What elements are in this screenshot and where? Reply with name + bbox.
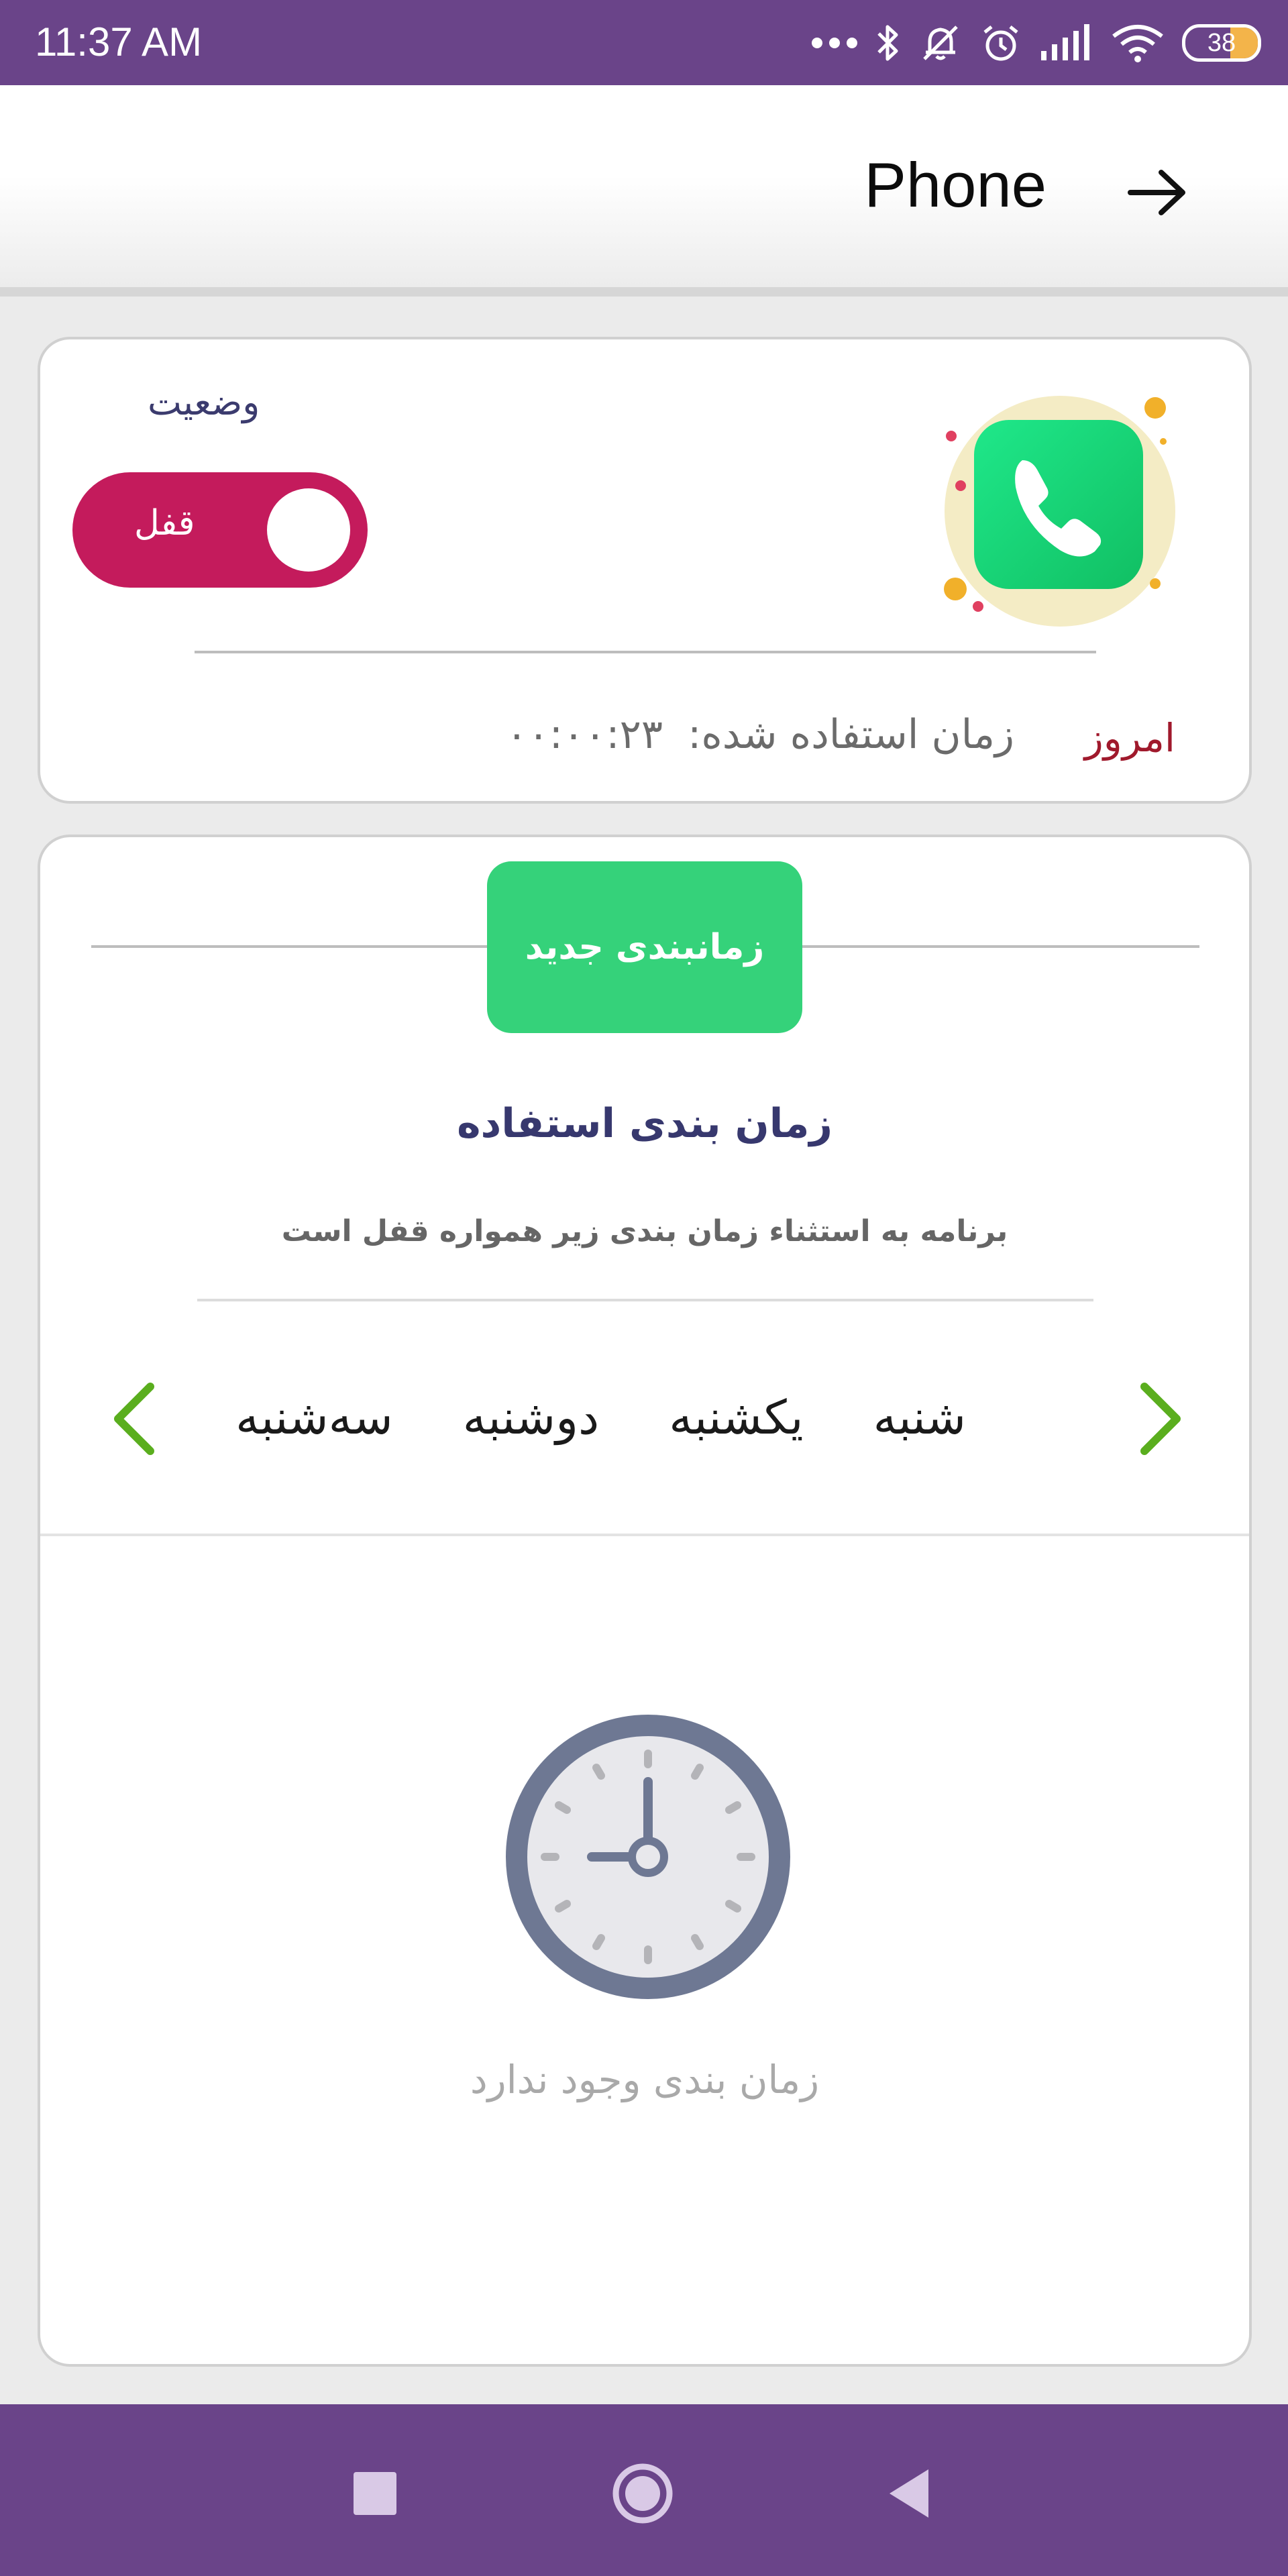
- signal-icon: [1041, 24, 1089, 60]
- day-prev-button[interactable]: [102, 1368, 166, 1469]
- empty-state-clock: [500, 1709, 796, 2004]
- days-strip[interactable]: شنبه یکشنبه دوشنبه سه‌شنبه: [221, 1360, 1067, 1474]
- empty-schedule-label: زمان بندی وجود ندارد: [470, 2057, 820, 2102]
- today-label: امروز: [1084, 715, 1175, 761]
- triangle-left-icon: [890, 2469, 928, 2518]
- clock-icon: [506, 1715, 790, 1999]
- circle-icon: [612, 2463, 673, 2524]
- header-divider-left: [91, 945, 491, 948]
- home-button[interactable]: [606, 2457, 680, 2530]
- mute-bell-icon: [923, 25, 958, 60]
- description-divider: [197, 1299, 1093, 1301]
- schedule-card: زمانبندی جدید زمان بندی استفاده برنامه ب…: [38, 835, 1252, 2367]
- phone-icon: [944, 396, 1175, 627]
- bluetooth-icon: [877, 25, 898, 61]
- app-icon: [941, 386, 1182, 628]
- status-label: وضعیت: [148, 381, 260, 423]
- recents-button[interactable]: [338, 2457, 412, 2530]
- status-time: 11:37 AM: [35, 19, 203, 64]
- wifi-icon: [1112, 25, 1163, 62]
- lock-toggle-label: قفل: [134, 503, 195, 543]
- chevron-left-icon: [114, 1383, 154, 1455]
- day-tab-tuesday[interactable]: سه‌شنبه: [221, 1390, 428, 1445]
- day-tab-saturday[interactable]: شنبه: [839, 1390, 1067, 1445]
- nav-back-button[interactable]: [872, 2457, 946, 2530]
- status-bar: 11:37 AM 38: [0, 0, 1288, 85]
- schedule-title: زمان بندی استفاده: [457, 1100, 833, 1147]
- day-tab-monday[interactable]: دوشنبه: [428, 1390, 634, 1445]
- battery-level: 38: [1207, 28, 1236, 57]
- app-status-card: وضعیت قفل امروز زمان استفاده شده: ۰۰:۰۰:…: [38, 337, 1252, 804]
- arrow-right-icon: [1128, 170, 1185, 215]
- usage-time-value: ۰۰:۰۰:۲۳: [506, 711, 663, 758]
- battery-icon: 38: [1182, 24, 1261, 62]
- page-title: Phone: [864, 150, 1046, 220]
- day-tab-sunday[interactable]: یکشنبه: [634, 1390, 838, 1445]
- navigation-bar: [0, 2404, 1288, 2576]
- schedule-description: برنامه به استثناء زمان بندی زیر همواره ق…: [281, 1214, 1008, 1248]
- alarm-icon: [983, 25, 1018, 61]
- app-header: Phone: [0, 85, 1288, 297]
- status-icons: 38: [812, 15, 1261, 71]
- usage-time-label: زمان استفاده شده: ۰۰:۰۰:۲۳: [506, 711, 1014, 758]
- square-icon: [354, 2472, 396, 2515]
- lock-toggle-knob: [267, 488, 350, 572]
- more-notifications-icon: [812, 38, 857, 48]
- usage-time-caption: زمان استفاده شده:: [688, 711, 1014, 758]
- card-divider: [195, 651, 1096, 653]
- lock-toggle[interactable]: قفل: [72, 472, 368, 588]
- days-list: شنبه یکشنبه دوشنبه سه‌شنبه: [221, 1360, 1067, 1474]
- new-schedule-button[interactable]: زمانبندی جدید: [487, 861, 802, 1033]
- chevron-right-icon: [1140, 1383, 1181, 1455]
- day-next-button[interactable]: [1128, 1368, 1193, 1469]
- days-divider: [40, 1534, 1249, 1536]
- header-divider-right: [800, 945, 1199, 948]
- back-button[interactable]: [1114, 149, 1201, 236]
